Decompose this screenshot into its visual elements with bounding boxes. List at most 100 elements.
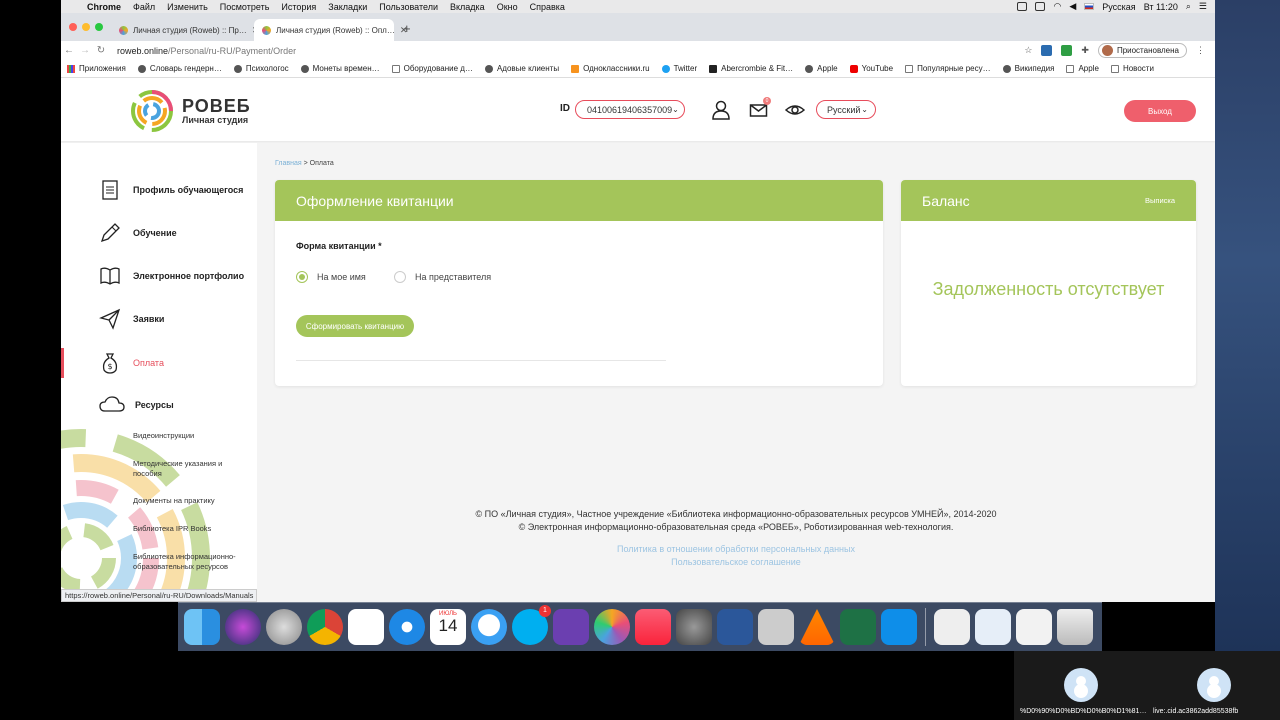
document-thumbnail-icon[interactable] (1016, 609, 1052, 645)
tab-title: Личная студия (Roweb) :: Опл… (276, 25, 395, 35)
menu-app[interactable]: Chrome (81, 2, 127, 12)
imovie-icon[interactable] (553, 609, 589, 645)
id-select[interactable]: 04100619406357009 ⌄ (575, 100, 685, 119)
bookmark-item[interactable]: Адовые клиенты (484, 64, 559, 73)
zoom-window-button[interactable] (95, 23, 103, 31)
sidebar-subitem[interactable]: Методические указания и пособия (133, 459, 243, 479)
menu-history[interactable]: История (275, 2, 322, 12)
volume-icon[interactable]: ◀ (1069, 1, 1076, 12)
generate-receipt-button[interactable]: Сформировать квитанцию (296, 315, 414, 337)
roweb-logo-icon[interactable] (131, 90, 173, 132)
url-field[interactable]: roweb.online/Personal/ru-RU/Payment/Orde… (117, 46, 296, 56)
sidebar-item-requests[interactable]: Заявки (61, 304, 257, 334)
participant-tile[interactable]: %D0%90%D0%BD%D0%B0%D1%81… (1014, 651, 1147, 720)
sidebar-item-payment[interactable]: $ Оплата (61, 348, 257, 378)
eye-icon[interactable] (785, 100, 805, 120)
bookmark-item[interactable]: Оборудование д… (391, 64, 473, 73)
extension-icon[interactable] (1041, 45, 1053, 56)
mail-button[interactable]: 0 (749, 97, 771, 120)
bookmark-item[interactable]: Twitter (661, 64, 697, 73)
reload-icon[interactable]: ↻ (93, 45, 109, 56)
radio-representative[interactable]: На представителя (394, 271, 491, 283)
tab-profile[interactable]: Личная студия (Roweb) :: Пр… ✕ (111, 19, 259, 41)
skype-icon[interactable]: 1 (512, 605, 551, 645)
bookmark-apps[interactable]: Приложения (67, 64, 126, 73)
sidebar-subitem[interactable]: Документы на практику (133, 496, 243, 506)
sidebar-item-label: Ресурсы (135, 400, 174, 410)
back-icon[interactable]: ← (61, 45, 77, 56)
status-app-icon[interactable] (1017, 2, 1028, 11)
siri-icon[interactable] (225, 609, 261, 645)
document-thumbnail-icon[interactable] (934, 609, 970, 645)
sidebar-subitem[interactable]: Библиотека информационно-образовательных… (133, 552, 243, 572)
menu-file[interactable]: Файл (127, 2, 161, 12)
excel-icon[interactable] (840, 609, 876, 645)
sidebar-subitem[interactable]: Видеоинструкции (133, 431, 243, 441)
status-app-icon-2[interactable] (1035, 2, 1046, 11)
bookmark-item[interactable]: Психологос (233, 64, 289, 73)
sidebar-item-resources[interactable]: Ресурсы (61, 390, 257, 420)
word-icon[interactable] (717, 609, 753, 645)
statement-link[interactable]: Выписка (1145, 196, 1175, 205)
safari-icon[interactable] (389, 609, 425, 645)
browser-menu-icon[interactable]: ⋮ (1196, 45, 1205, 56)
bookmark-item[interactable]: Словарь гендерн… (137, 64, 222, 73)
spotlight-icon[interactable]: ⌕ (1186, 1, 1191, 12)
tab-payment[interactable]: Личная студия (Roweb) :: Опл… ✕ (254, 19, 407, 41)
bookmark-item[interactable]: YouTube (849, 64, 893, 73)
document-thumbnail-icon[interactable] (975, 609, 1011, 645)
sidebar-item-profile[interactable]: Профиль обучающегося (61, 175, 257, 205)
screenshot-icon[interactable] (758, 609, 794, 645)
bookmark-item[interactable]: Википедия (1002, 64, 1054, 73)
menu-bookmarks[interactable]: Закладки (322, 2, 373, 12)
music-icon[interactable] (635, 609, 671, 645)
launchpad-icon[interactable] (266, 609, 302, 645)
extension-icon-2[interactable] (1061, 45, 1073, 56)
messages-icon[interactable] (471, 609, 507, 645)
sidebar-subitem[interactable]: Библиотека IPR Books (133, 524, 243, 534)
finder-icon[interactable] (184, 609, 220, 645)
bookmark-item[interactable]: Abercrombie & Fit… (709, 64, 793, 73)
menu-help[interactable]: Справка (524, 2, 571, 12)
clock[interactable]: Вт 11:20 (1144, 2, 1178, 12)
calendar-icon[interactable]: ИЮЛЬ 14 (430, 609, 466, 645)
user-icon[interactable] (711, 100, 731, 120)
privacy-policy-link[interactable]: Политика в отношении обработки персональ… (257, 543, 1215, 556)
vlc-icon[interactable] (799, 609, 835, 645)
extensions-puzzle-icon[interactable]: ✚ (1081, 45, 1089, 56)
bookmark-folder[interactable]: Популярные ресу… (905, 64, 991, 73)
new-tab-button[interactable]: + (403, 21, 411, 36)
minimize-window-button[interactable] (82, 23, 90, 31)
menu-edit[interactable]: Изменить (161, 2, 214, 12)
breadcrumb-home-link[interactable]: Главная (275, 160, 302, 167)
sidebar-item-portfolio[interactable]: Электронное портфолио (61, 261, 257, 291)
forward-icon[interactable]: → (77, 45, 93, 56)
close-window-button[interactable] (69, 23, 77, 31)
system-preferences-icon[interactable] (676, 609, 712, 645)
menu-users[interactable]: Пользователи (373, 2, 444, 12)
radio-own-name[interactable]: На мое имя (296, 271, 366, 283)
menu-window[interactable]: Окно (491, 2, 524, 12)
bookmark-star-icon[interactable]: ☆ (1024, 45, 1032, 56)
user-agreement-link[interactable]: Пользовательское соглашение (257, 556, 1215, 569)
photos-icon[interactable] (594, 609, 630, 645)
bookmark-item[interactable]: Apple (805, 64, 838, 73)
bookmark-item[interactable]: Монеты времен… (300, 64, 380, 73)
bookmark-item[interactable]: Одноклассники.ru (571, 64, 650, 73)
trash-icon[interactable] (1057, 609, 1093, 645)
sidebar-item-learning[interactable]: Обучение (61, 218, 257, 248)
teamviewer-icon[interactable] (881, 609, 917, 645)
profile-button[interactable]: Приостановлена (1097, 43, 1187, 58)
participant-tile[interactable]: live:.cid.ac3862add85538fb (1147, 651, 1280, 720)
keyboard-layout[interactable]: Русская (1102, 2, 1135, 12)
menu-view[interactable]: Посмотреть (214, 2, 276, 12)
logout-button[interactable]: Выход (1124, 100, 1196, 122)
bookmark-folder[interactable]: Новости (1110, 64, 1154, 73)
app-grid-icon[interactable] (348, 609, 384, 645)
wifi-icon[interactable]: ◠ (1053, 1, 1061, 12)
language-select[interactable]: Русский ⌄ (816, 100, 876, 119)
notification-center-icon[interactable]: ☰ (1199, 1, 1207, 12)
chrome-icon[interactable] (307, 609, 343, 645)
menu-tab[interactable]: Вкладка (444, 2, 491, 12)
bookmark-folder[interactable]: Apple (1066, 64, 1099, 73)
